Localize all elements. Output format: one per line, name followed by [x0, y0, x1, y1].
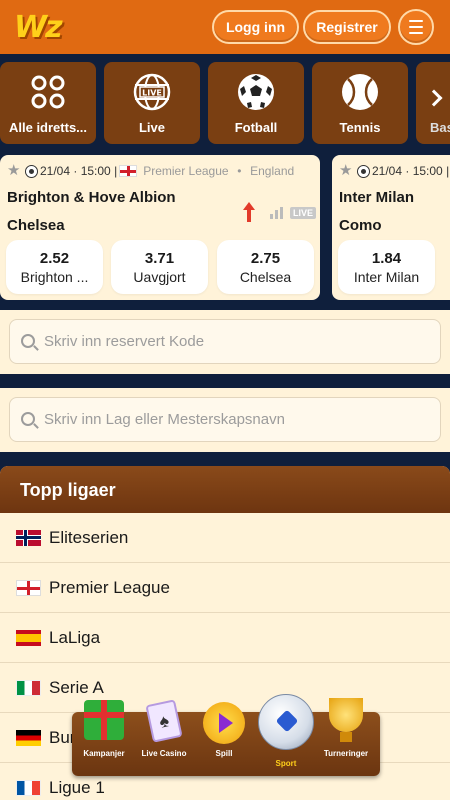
league-row-eliteserien[interactable]: Eliteserien [0, 513, 450, 563]
league-label: Serie A [49, 677, 104, 697]
favorite-star-icon[interactable]: ★ [339, 163, 353, 178]
reserved-code-section: Skriv inn reservert Kode [0, 310, 450, 374]
tennis-ball-icon [342, 74, 378, 110]
odds-button-home[interactable]: 2.52 Brighton ... [6, 240, 103, 294]
top-leagues-title: Topp ligaer [0, 466, 450, 513]
match-date: 21/04 [40, 164, 71, 178]
bottom-nav-bar: Kampanjer ♠ Live Casino Spill Sport Turn… [72, 694, 380, 776]
france-flag-icon [16, 779, 41, 796]
search-placeholder: Skriv inn Lag eller Mesterskapsnavn [44, 411, 285, 428]
soccer-ball-icon [25, 164, 38, 178]
live-badge: LIVE [290, 207, 317, 219]
nav-item-sport[interactable]: Sport [256, 694, 316, 776]
odds-value: 2.75 [250, 250, 281, 267]
odds-label: Inter Milan [353, 269, 420, 285]
hamburger-icon [409, 18, 423, 36]
nav-item-live-casino[interactable]: ♠ Live Casino [134, 699, 194, 776]
brand-logo[interactable]: Wz [14, 10, 63, 45]
stats-bars-icon[interactable] [270, 207, 284, 219]
away-team: Chelsea [7, 217, 65, 234]
league-row-laliga[interactable]: LaLiga [0, 613, 450, 663]
soccer-ball-icon [258, 694, 314, 750]
live-globe-icon: LIVE [133, 73, 171, 111]
reserved-code-input[interactable]: Skriv inn reservert Kode [9, 319, 441, 364]
match-country: England [250, 164, 295, 178]
match-header: ★ 21/04 · 15:00 | [339, 162, 450, 179]
match-stat-icons: LIVE [240, 202, 317, 224]
away-team: Como [339, 217, 382, 234]
nav-label: Sport [275, 759, 297, 768]
search-icon [21, 412, 35, 426]
odds-value: 1.84 [371, 250, 402, 267]
trophy-icon [329, 698, 363, 742]
category-label: Live [138, 120, 165, 135]
soccer-ball-icon [238, 74, 274, 110]
search-placeholder: Skriv inn reservert Kode [44, 333, 205, 350]
odds-value: 3.71 [144, 250, 175, 267]
login-button[interactable]: Logg inn [212, 10, 299, 44]
nav-label: Live Casino [141, 749, 187, 758]
category-label: Alle idretts... [8, 120, 88, 135]
gift-icon [84, 700, 124, 740]
team-search-input[interactable]: Skriv inn Lag eller Mesterskapsnavn [9, 397, 441, 442]
odds-value: 2.52 [39, 250, 70, 267]
category-tennis[interactable]: Tennis [312, 62, 408, 144]
match-time: 15:00 [412, 164, 443, 178]
top-header: Wz Logg inn Registrer [0, 0, 450, 54]
nav-item-turneringer[interactable]: Turneringer [316, 698, 376, 776]
sport-category-strip: Alle idretts... LIVE Live Fotball Tennis… [0, 62, 450, 207]
chevron-right-icon [425, 89, 443, 107]
odds-button-draw[interactable]: 3.71 Uavgjort [111, 240, 208, 294]
england-flag-icon [119, 165, 138, 177]
league-row-premier-league[interactable]: Premier League [0, 563, 450, 613]
trending-up-icon [240, 202, 258, 224]
soccer-ball-icon [357, 164, 370, 178]
menu-button[interactable] [398, 9, 434, 45]
league-label: Premier League [49, 577, 170, 597]
grid-icon [31, 75, 65, 109]
nav-label: Kampanjer [83, 749, 125, 758]
category-football[interactable]: Fotball [208, 62, 304, 144]
nav-item-spill[interactable]: Spill [194, 702, 254, 776]
odds-button-away[interactable]: 2.75 Chelsea [217, 240, 314, 294]
odds-button-home[interactable]: 1.84 Inter Milan [338, 240, 435, 294]
match-date: 21/04 [372, 164, 403, 178]
match-header: ★ 21/04 · 15:00 | Premier League • Engla… [7, 162, 295, 179]
svg-text:LIVE: LIVE [142, 89, 162, 98]
match-card[interactable]: ★ 21/04 · 15:00 | Premier League • Engla… [0, 155, 320, 300]
league-label: Ligue 1 [49, 777, 105, 797]
category-label: Bas [430, 120, 450, 135]
league-label: LaLiga [49, 627, 101, 647]
register-button[interactable]: Registrer [303, 10, 391, 44]
germany-flag-icon [16, 729, 41, 746]
match-time: 15:00 [80, 164, 111, 178]
league-label: Eliteserien [49, 527, 129, 547]
search-icon [21, 334, 35, 348]
spain-flag-icon [16, 629, 41, 646]
odds-label: Chelsea [239, 269, 292, 285]
category-label: Tennis [339, 120, 381, 135]
nav-item-kampanjer[interactable]: Kampanjer [74, 700, 134, 776]
match-card[interactable]: ★ 21/04 · 15:00 | Inter Milan Como 1.84 … [332, 155, 450, 300]
team-search-section: Skriv inn Lag eller Mesterskapsnavn [0, 388, 450, 452]
norway-flag-icon [16, 529, 41, 546]
nav-label: Spill [215, 749, 233, 758]
favorite-star-icon[interactable]: ★ [7, 163, 21, 178]
italy-flag-icon [16, 679, 41, 696]
play-icon [203, 702, 245, 744]
odds-label: Brighton ... [20, 269, 89, 285]
home-team: Brighton & Hove Albion [7, 189, 176, 206]
match-league: Premier League [143, 164, 229, 178]
odds-label: Uavgjort [133, 269, 186, 285]
category-all-sports[interactable]: Alle idretts... [0, 62, 96, 144]
england-flag-icon [16, 579, 41, 596]
category-scroll-next[interactable]: Bas [416, 62, 450, 144]
category-live[interactable]: LIVE Live [104, 62, 200, 144]
category-label: Fotball [234, 120, 278, 135]
nav-label: Turneringer [323, 749, 369, 758]
home-team: Inter Milan [339, 189, 415, 206]
